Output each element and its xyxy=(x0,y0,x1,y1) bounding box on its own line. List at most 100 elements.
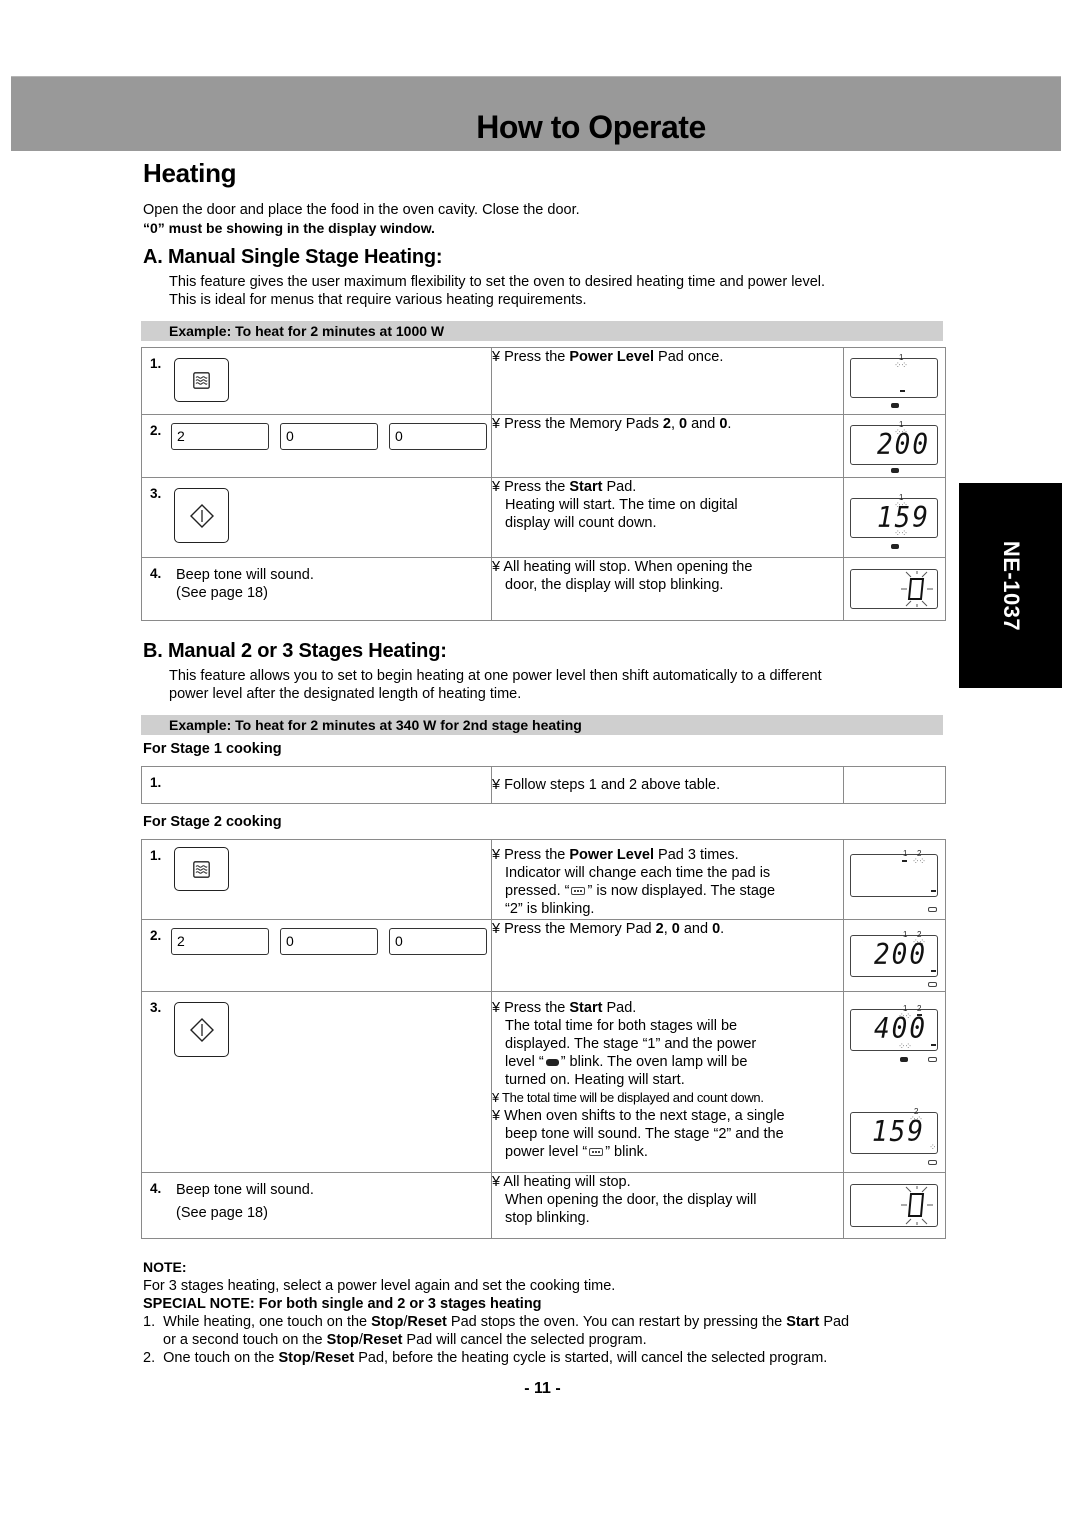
special-note-heading: SPECIAL NOTE: For both single and 2 or 3… xyxy=(143,1296,542,1312)
instruction-text: turned on. Heating will start. xyxy=(505,1072,685,1088)
step-number: 3. xyxy=(150,1000,162,1015)
instruction-text: The total time for both stages will be xyxy=(505,1018,738,1034)
instruction-text: ¥ The total time will be displayed and c… xyxy=(492,1090,764,1105)
power-level-pad-button[interactable] xyxy=(174,358,229,402)
section-a-desc-2: This is ideal for menus that require var… xyxy=(169,292,587,308)
memory-pad-0[interactable]: 0 xyxy=(280,928,378,955)
lcd-display: 1 2 ⁘⁘ xyxy=(850,850,938,897)
step-number: 4. xyxy=(150,1181,162,1196)
instruction-text: ¥ Press the Start Pad. xyxy=(492,479,637,495)
power-level-indicator xyxy=(891,468,899,473)
instruction-text: beep tone will sound. The stage “2” and … xyxy=(505,1126,784,1142)
start-pad-button[interactable] xyxy=(174,1002,229,1057)
power-level-indicator xyxy=(891,403,899,408)
section-b-title: B. Manual 2 or 3 Stages Heating: xyxy=(143,640,447,662)
instruction-text: ¥ Follow steps 1 and 2 above table. xyxy=(492,777,721,793)
page-title: How to Operate xyxy=(476,109,706,145)
note-heading: NOTE: xyxy=(143,1259,187,1275)
section-a-example-bar: Example: To heat for 2 minutes at 1000 W xyxy=(141,321,943,341)
lcd-display: 1 ⁘⁘ 159 ⁘⁘ xyxy=(850,494,938,538)
display-illustration: 1 2 ⁘⁘ 400 ⁘⁘ 2 ⁘⁘ 159 ⁘ xyxy=(843,991,946,1173)
stage-2-steps-table: 1. ¥ Press the Power Level Pad 3 times. … xyxy=(141,839,946,1239)
display-illustration: 1 ⁘⁘ 159 ⁘⁘ xyxy=(843,477,946,558)
instruction-text: ¥ All heating will stop. xyxy=(492,1174,631,1190)
section-heading: Heating xyxy=(143,158,237,188)
table-row: 3. ¥ Press the Start Pad. The total time… xyxy=(141,991,946,1173)
memory-pad-0[interactable]: 0 xyxy=(280,423,378,450)
power-level-340w-icon xyxy=(571,887,586,896)
display-illustration xyxy=(843,557,946,621)
instruction-text: “2” is blinking. xyxy=(505,901,595,917)
lcd-digits: 200 xyxy=(877,428,930,462)
stage-2-label: For Stage 2 cooking xyxy=(143,814,282,830)
instruction-text: pressed. “” is now displayed. The stage xyxy=(505,883,776,899)
section-b-example-bar: Example: To heat for 2 minutes at 340 W … xyxy=(141,715,943,735)
table-row: 2. 2 0 0 ¥ Press the Memory Pads 2, 0 an… xyxy=(141,414,946,478)
lcd-display xyxy=(850,569,938,609)
start-icon xyxy=(189,1017,214,1042)
lcd-display: 2 ⁘⁘ 159 ⁘ xyxy=(850,1108,938,1154)
power-level-340w-icon xyxy=(589,1148,604,1157)
section-a-title: A. Manual Single Stage Heating: xyxy=(143,246,443,268)
step-number: 1. xyxy=(150,356,162,371)
power-level-indicator xyxy=(928,907,937,912)
memory-pad-2[interactable]: 2 xyxy=(171,928,269,955)
blinking-zero-icon xyxy=(901,1186,933,1225)
instruction-text: ¥ Press the Power Level Pad once. xyxy=(492,349,724,365)
note-text: For 3 stages heating, select a power lev… xyxy=(143,1278,616,1294)
instruction-text: ¥ Press the Start Pad. xyxy=(492,1000,637,1016)
memory-pad-0[interactable]: 0 xyxy=(389,928,487,955)
lcd-display xyxy=(850,1184,938,1227)
table-row: 4. Beep tone will sound. (See page 18) ¥ … xyxy=(141,557,946,621)
memory-pad-0[interactable]: 0 xyxy=(389,423,487,450)
display-illustration: 1 2 ⁘⁘ xyxy=(843,839,946,920)
instruction-text: ¥ Press the Memory Pads 2, 0 and 0. xyxy=(492,416,732,432)
lcd-digits: 200 xyxy=(874,938,927,972)
instruction-text: level “” blink. The oven lamp will be xyxy=(505,1054,748,1070)
stage-1-label: For Stage 1 cooking xyxy=(143,741,282,757)
table-row: 4. Beep tone will sound. (See page 18) ¥ … xyxy=(141,1172,946,1239)
page-number: - 11 - xyxy=(524,1380,561,1397)
table-row: 1. ¥ Follow steps 1 and 2 above table. xyxy=(141,766,946,804)
table-row: 1. ¥ Press the Power Level Pad once. 1 ⁘… xyxy=(141,347,946,415)
step-number: 3. xyxy=(150,486,162,501)
model-number: NE-1037 xyxy=(998,540,1024,631)
table-row: 3. ¥ Press the Start Pad. Heating will s… xyxy=(141,477,946,558)
lcd-display: 1 ⁘⁘ 200 xyxy=(850,421,938,465)
blinking-zero-icon xyxy=(901,571,933,607)
lcd-display: 1 2 ⁘⁘ 400 ⁘⁘ xyxy=(850,1005,938,1051)
section-a-desc-1: This feature gives the user maximum flex… xyxy=(169,274,826,290)
step-number: 2. xyxy=(150,928,162,943)
instruction-text: display will count down. xyxy=(505,515,657,531)
power-level-pad-button[interactable] xyxy=(174,847,229,891)
model-side-tab: NE-1037 xyxy=(959,483,1062,688)
intro-text: Open the door and place the food in the … xyxy=(143,202,580,218)
instruction-text: ¥ Press the Power Level Pad 3 times. xyxy=(492,847,739,863)
power-level-icon xyxy=(193,371,210,389)
section-b-desc-1: This feature allows you to set to begin … xyxy=(169,668,822,684)
lcd-display: 1 ⁘⁘ xyxy=(850,354,938,398)
instruction-text: ¥ Press the Memory Pad 2, 0 and 0. xyxy=(492,921,725,937)
step-number: 1. xyxy=(150,775,162,790)
step-number: 2. xyxy=(150,423,162,438)
lcd-digits: 159 xyxy=(872,1115,925,1149)
list-item: 1. While heating, one touch on the Stop/… xyxy=(143,1314,850,1348)
memory-pad-2[interactable]: 2 xyxy=(171,423,269,450)
power-level-1000w-icon xyxy=(545,1058,559,1066)
step-number: 1. xyxy=(150,848,162,863)
display-illustration: 1 ⁘⁘ xyxy=(843,347,946,415)
table-row: 2. 2 0 0 ¥ Press the Memory Pad 2, 0 and… xyxy=(141,919,946,992)
instruction-text: stop blinking. xyxy=(505,1210,590,1226)
stage-1-steps-table: 1. ¥ Follow steps 1 and 2 above table. xyxy=(141,766,946,804)
intro-requirement: “0” must be showing in the display windo… xyxy=(143,220,435,236)
section-a-steps-table: 1. ¥ Press the Power Level Pad once. 1 ⁘… xyxy=(141,347,946,621)
step-note: Beep tone will sound. (See page 18) xyxy=(176,1182,314,1221)
display-illustration xyxy=(843,1172,946,1239)
instruction-text: door, the display will stop blinking. xyxy=(505,577,724,593)
start-pad-button[interactable] xyxy=(174,488,229,543)
display-illustration: 1 2 ⁘⁘ 200 xyxy=(843,919,946,992)
power-level-indicator xyxy=(900,1057,908,1062)
step-note: Beep tone will sound. (See page 18) xyxy=(176,567,314,601)
power-level-indicator xyxy=(928,1160,937,1165)
instruction-text: displayed. The stage “1” and the power xyxy=(505,1036,757,1052)
